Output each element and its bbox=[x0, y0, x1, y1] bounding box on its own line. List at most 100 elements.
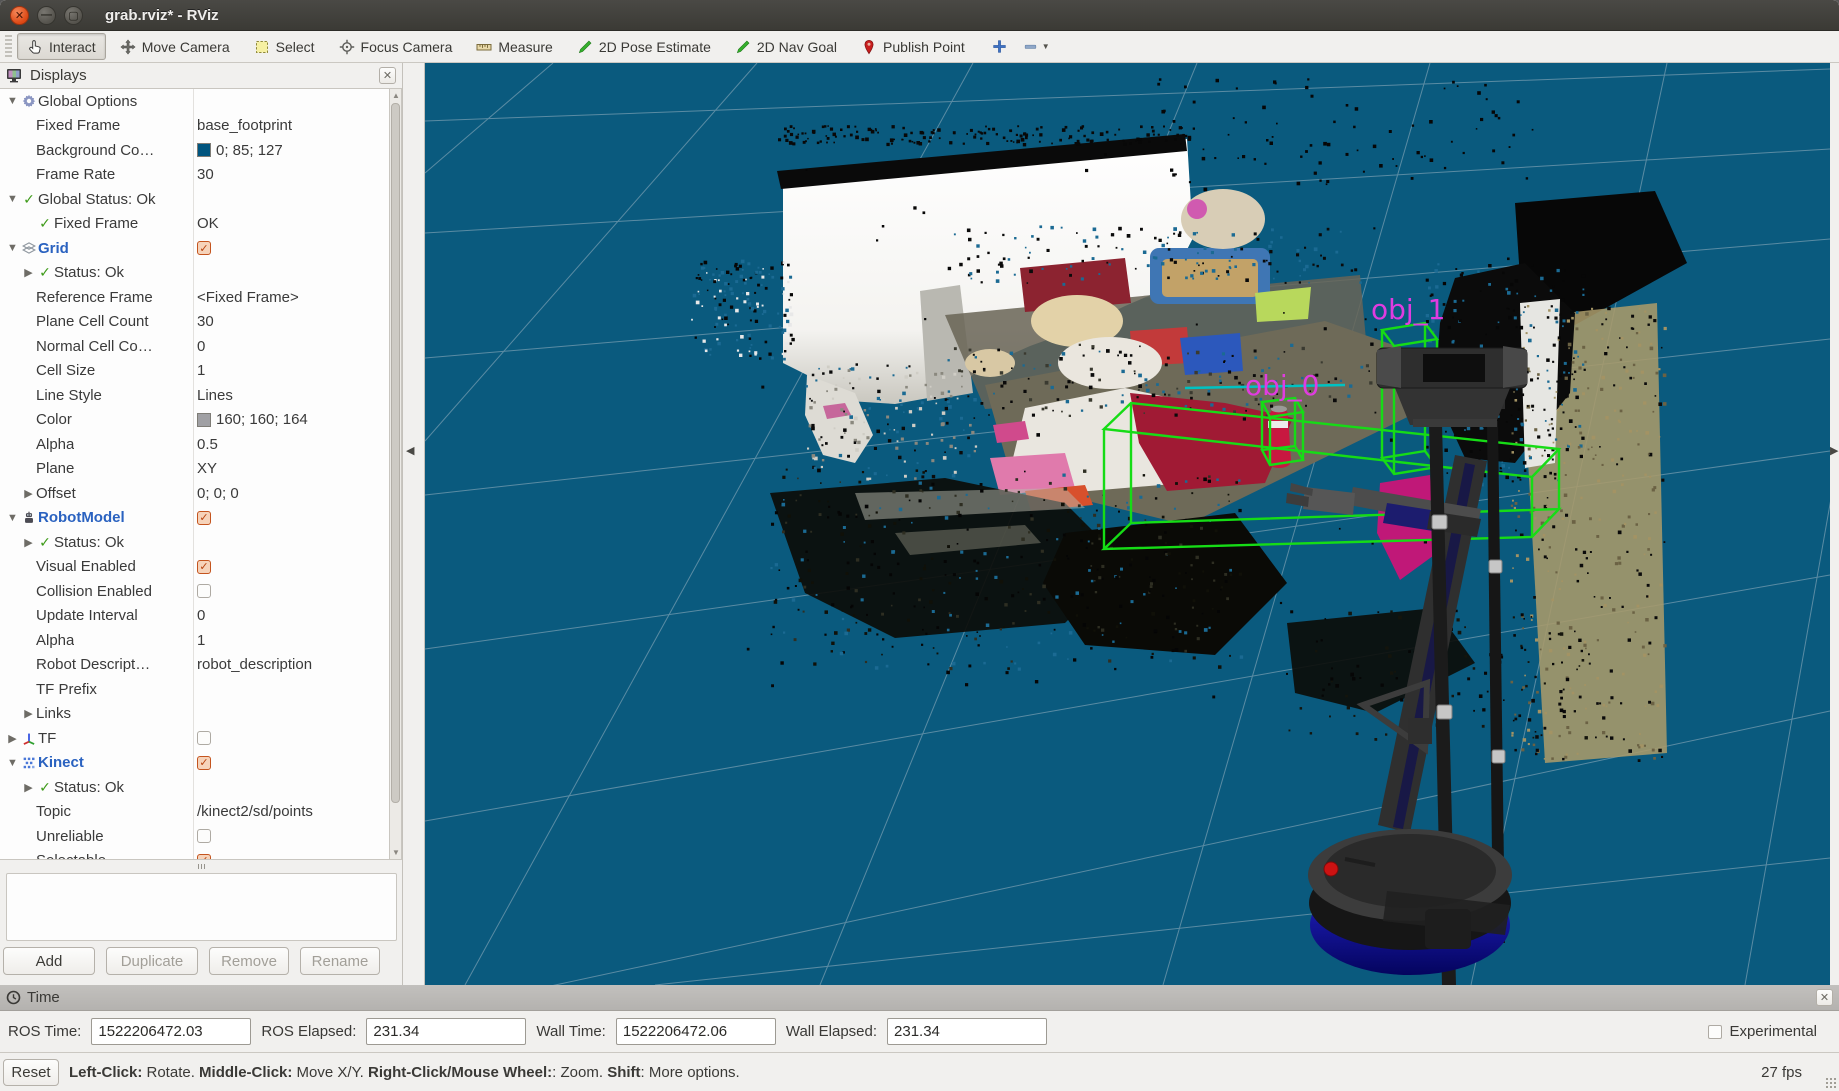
property-value[interactable]: ✓ bbox=[197, 555, 211, 580]
expand-closed-icon[interactable]: ▶ bbox=[21, 487, 36, 500]
expand-closed-icon[interactable]: ▶ bbox=[21, 536, 36, 549]
property-value[interactable]: 30 bbox=[197, 310, 214, 335]
display-row-line-style[interactable]: Line StyleLines bbox=[0, 383, 389, 408]
collapse-right-icon[interactable]: ▶ bbox=[1830, 444, 1838, 457]
property-value[interactable]: 1 bbox=[197, 628, 205, 653]
tool-button-measure[interactable]: Measure bbox=[466, 33, 562, 60]
display-row-alpha[interactable]: Alpha1 bbox=[0, 628, 389, 653]
property-value[interactable]: ✓ bbox=[197, 751, 211, 776]
expand-open-icon[interactable]: ▼ bbox=[5, 95, 20, 107]
checkbox-checked-icon[interactable]: ✓ bbox=[197, 854, 211, 860]
color-swatch[interactable] bbox=[197, 143, 211, 157]
checkbox-unchecked-icon[interactable] bbox=[197, 584, 211, 598]
expand-closed-icon[interactable]: ▶ bbox=[21, 707, 36, 720]
expand-open-icon[interactable]: ▼ bbox=[5, 242, 20, 254]
property-value[interactable]: 30 bbox=[197, 163, 214, 188]
minimize-window-icon[interactable]: — bbox=[37, 6, 56, 25]
property-value[interactable]: 0 bbox=[197, 604, 205, 629]
checkbox-unchecked-icon[interactable] bbox=[197, 731, 211, 745]
property-value[interactable]: ✓ bbox=[197, 849, 211, 861]
expand-open-icon[interactable]: ▼ bbox=[5, 512, 20, 524]
property-value[interactable]: base_footprint bbox=[197, 114, 292, 139]
display-row-fixed-frame[interactable]: Fixed Framebase_footprint bbox=[0, 114, 389, 139]
display-row-kinect[interactable]: ▼Kinect✓ bbox=[0, 751, 389, 776]
collapse-left-icon[interactable]: ◀ bbox=[406, 444, 414, 457]
scroll-down-icon[interactable]: ▼ bbox=[390, 846, 402, 859]
display-row-tf-prefix[interactable]: TF Prefix bbox=[0, 677, 389, 702]
property-value[interactable]: OK bbox=[197, 212, 219, 237]
checkbox-checked-icon[interactable]: ✓ bbox=[197, 756, 211, 770]
checkbox-unchecked-icon[interactable] bbox=[197, 829, 211, 843]
tool-button-move-camera[interactable]: Move Camera bbox=[110, 33, 240, 60]
checkbox-checked-icon[interactable]: ✓ bbox=[197, 560, 211, 574]
render-viewport[interactable]: obj_0 obj_1 bbox=[425, 63, 1830, 985]
display-row-tf[interactable]: ▶TF bbox=[0, 726, 389, 751]
time-panel-header[interactable]: Time ✕ bbox=[0, 985, 1839, 1011]
display-row-fixed-frame[interactable]: ✓Fixed FrameOK bbox=[0, 212, 389, 237]
maximize-window-icon[interactable]: ▢ bbox=[64, 6, 83, 25]
scrollbar-thumb[interactable] bbox=[391, 103, 400, 803]
duplicate-button[interactable]: Duplicate bbox=[106, 947, 198, 975]
display-row-grid[interactable]: ▼Grid✓ bbox=[0, 236, 389, 261]
display-row-robotmodel[interactable]: ▼RobotModel✓ bbox=[0, 506, 389, 531]
tool-button-publish-point[interactable]: Publish Point bbox=[851, 33, 975, 60]
property-value[interactable]: 160; 160; 164 bbox=[197, 408, 308, 433]
property-value[interactable]: ✓ bbox=[197, 236, 211, 261]
toolbar-drag-handle-icon[interactable] bbox=[5, 35, 12, 59]
add-tool-button[interactable] bbox=[991, 38, 1008, 55]
displays-close-icon[interactable]: ✕ bbox=[379, 67, 396, 84]
display-row-color[interactable]: Color160; 160; 164 bbox=[0, 408, 389, 433]
3d-scene[interactable]: obj_0 obj_1 bbox=[425, 63, 1830, 985]
display-row-selectable[interactable]: Selectable✓ bbox=[0, 849, 389, 861]
property-value[interactable]: ✓ bbox=[197, 506, 211, 531]
property-value[interactable]: 0; 85; 127 bbox=[197, 138, 283, 163]
property-value[interactable]: 0.5 bbox=[197, 432, 218, 457]
remove-tool-button[interactable]: ▼ bbox=[1022, 38, 1050, 55]
checkbox-checked-icon[interactable]: ✓ bbox=[197, 241, 211, 255]
expand-closed-icon[interactable]: ▶ bbox=[21, 266, 36, 279]
experimental-checkbox[interactable] bbox=[1708, 1025, 1722, 1039]
display-row-offset[interactable]: ▶Offset0; 0; 0 bbox=[0, 481, 389, 506]
tree-vertical-scrollbar[interactable]: ▲ ▼ bbox=[389, 88, 402, 860]
close-window-icon[interactable]: ✕ bbox=[10, 6, 29, 25]
tool-button-select[interactable]: Select bbox=[244, 33, 325, 60]
display-row-robot-descript-[interactable]: Robot Descript…robot_description bbox=[0, 653, 389, 678]
expand-closed-icon[interactable]: ▶ bbox=[21, 781, 36, 794]
display-row-background-co-[interactable]: Background Co…0; 85; 127 bbox=[0, 138, 389, 163]
display-row-global-options[interactable]: ▼Global Options bbox=[0, 89, 389, 114]
titlebar[interactable]: ✕ — ▢ grab.rviz* - RViz bbox=[0, 0, 1839, 31]
display-row-status-ok[interactable]: ▶✓Status: Ok bbox=[0, 261, 389, 286]
display-row-plane-cell-count[interactable]: Plane Cell Count30 bbox=[0, 310, 389, 335]
color-swatch[interactable] bbox=[197, 413, 211, 427]
property-value[interactable]: 0 bbox=[197, 334, 205, 359]
tool-button-2d-pose-estimate[interactable]: 2D Pose Estimate bbox=[567, 33, 721, 60]
property-value[interactable]: 1 bbox=[197, 359, 205, 384]
display-row-links[interactable]: ▶Links bbox=[0, 702, 389, 727]
displays-panel-header[interactable]: Displays ✕ bbox=[0, 63, 402, 88]
display-row-frame-rate[interactable]: Frame Rate30 bbox=[0, 163, 389, 188]
display-row-status-ok[interactable]: ▶✓Status: Ok bbox=[0, 530, 389, 555]
property-value[interactable] bbox=[197, 824, 211, 849]
add-button[interactable]: Add bbox=[3, 947, 95, 975]
time-panel-close-icon[interactable]: ✕ bbox=[1816, 989, 1833, 1006]
expand-open-icon[interactable]: ▼ bbox=[5, 193, 20, 205]
panel-resize-splitter[interactable]: ◀ bbox=[403, 63, 425, 985]
display-row-collision-enabled[interactable]: Collision Enabled bbox=[0, 579, 389, 604]
time-field-input[interactable]: 1522206472.03 bbox=[91, 1018, 251, 1045]
time-field-input[interactable]: 231.34 bbox=[366, 1018, 526, 1045]
expand-open-icon[interactable]: ▼ bbox=[5, 757, 20, 769]
checkbox-checked-icon[interactable]: ✓ bbox=[197, 511, 211, 525]
display-row-visual-enabled[interactable]: Visual Enabled✓ bbox=[0, 555, 389, 580]
property-value[interactable]: /kinect2/sd/points bbox=[197, 800, 313, 825]
display-row-unreliable[interactable]: Unreliable bbox=[0, 824, 389, 849]
display-row-global-status-ok[interactable]: ▼✓Global Status: Ok bbox=[0, 187, 389, 212]
expand-closed-icon[interactable]: ▶ bbox=[5, 732, 20, 745]
panel-splitter-handle[interactable] bbox=[0, 862, 403, 871]
display-row-normal-cell-co-[interactable]: Normal Cell Co…0 bbox=[0, 334, 389, 359]
display-row-status-ok[interactable]: ▶✓Status: Ok bbox=[0, 775, 389, 800]
tool-button-interact[interactable]: Interact bbox=[17, 33, 106, 60]
property-value[interactable]: Lines bbox=[197, 383, 233, 408]
property-value[interactable]: XY bbox=[197, 457, 217, 482]
reset-button[interactable]: Reset bbox=[3, 1059, 59, 1086]
scroll-up-icon[interactable]: ▲ bbox=[390, 89, 402, 102]
